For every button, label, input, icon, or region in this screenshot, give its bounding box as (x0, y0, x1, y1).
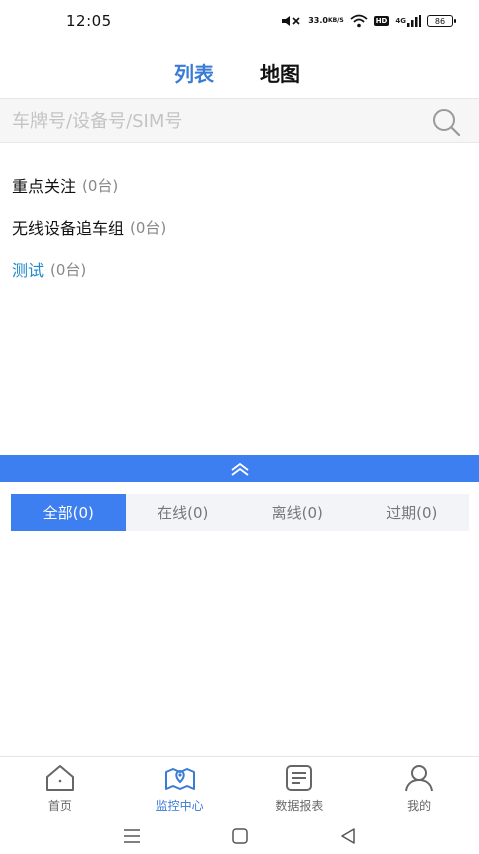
net-speed-unit: KB/S (327, 17, 344, 24)
back-triangle-icon[interactable] (338, 826, 358, 846)
net-speed: 33.0 KB/S (308, 17, 344, 25)
group-list: 重点关注 (0台) 无线设备追车组 (0台) 测试 (0台) (12, 164, 467, 290)
nav-item-reports[interactable]: 数据报表 (240, 757, 360, 818)
view-switch-header: 列表 地图 (0, 52, 479, 92)
nav-label: 监控中心 (155, 799, 204, 813)
filter-tab-all[interactable]: 全部(0) (11, 494, 126, 531)
nav-item-monitor[interactable]: 监控中心 (120, 757, 240, 818)
group-name: 重点关注 (12, 177, 77, 196)
monitor-map-icon (164, 768, 195, 790)
nav-label: 我的 (407, 799, 432, 813)
system-nav-bar (0, 818, 479, 854)
signal-icon: 4G (395, 15, 421, 27)
hd-badge: HD (373, 16, 390, 26)
group-item-focus[interactable]: 重点关注 (0台) (12, 164, 467, 206)
status-icons: 33.0 KB/S HD 4G 86 (280, 12, 456, 30)
net-speed-value: 33.0 (308, 16, 328, 25)
group-count: (0台) (130, 218, 167, 237)
group-name: 测试 (12, 261, 45, 280)
search-icon[interactable] (431, 107, 461, 137)
status-filter-tabs: 全部(0) 在线(0) 离线(0) 过期(0) (11, 494, 469, 531)
nav-item-home[interactable]: 首页 (0, 757, 120, 818)
nav-item-profile[interactable]: 我的 (359, 757, 479, 818)
group-count: (0台) (82, 176, 119, 195)
collapse-panel-bar[interactable] (0, 455, 479, 482)
filter-tab-offline[interactable]: 离线(0) (240, 494, 355, 531)
search-input[interactable] (12, 107, 412, 135)
tab-list[interactable]: 列表 (174, 58, 214, 87)
group-count: (0台) (50, 260, 87, 279)
home-square-icon[interactable] (230, 826, 250, 846)
group-name: 无线设备追车组 (12, 219, 125, 238)
user-icon (405, 765, 434, 792)
mute-icon (280, 14, 302, 28)
filter-tab-online[interactable]: 在线(0) (126, 494, 241, 531)
group-item-wireless[interactable]: 无线设备追车组 (0台) (12, 206, 467, 248)
battery-icon: 86 (427, 15, 456, 27)
bottom-nav: 首页 监控中心 数据报表 我的 (0, 756, 479, 818)
status-bar: 12:05 33.0 KB/S HD 4G 86 (0, 0, 479, 42)
nav-label: 数据报表 (275, 799, 324, 813)
tab-map[interactable]: 地图 (260, 58, 300, 87)
status-time: 12:05 (66, 12, 112, 30)
nav-label: 首页 (47, 799, 72, 813)
search-bar (0, 98, 479, 143)
menu-icon[interactable] (122, 826, 142, 846)
wifi-icon (350, 14, 368, 28)
signal-label: 4G (395, 17, 406, 25)
double-chevron-up-icon (230, 462, 249, 476)
report-icon (286, 765, 313, 791)
group-item-test[interactable]: 测试 (0台) (12, 248, 467, 290)
home-icon (45, 765, 74, 791)
filter-tab-expired[interactable]: 过期(0) (355, 494, 470, 531)
